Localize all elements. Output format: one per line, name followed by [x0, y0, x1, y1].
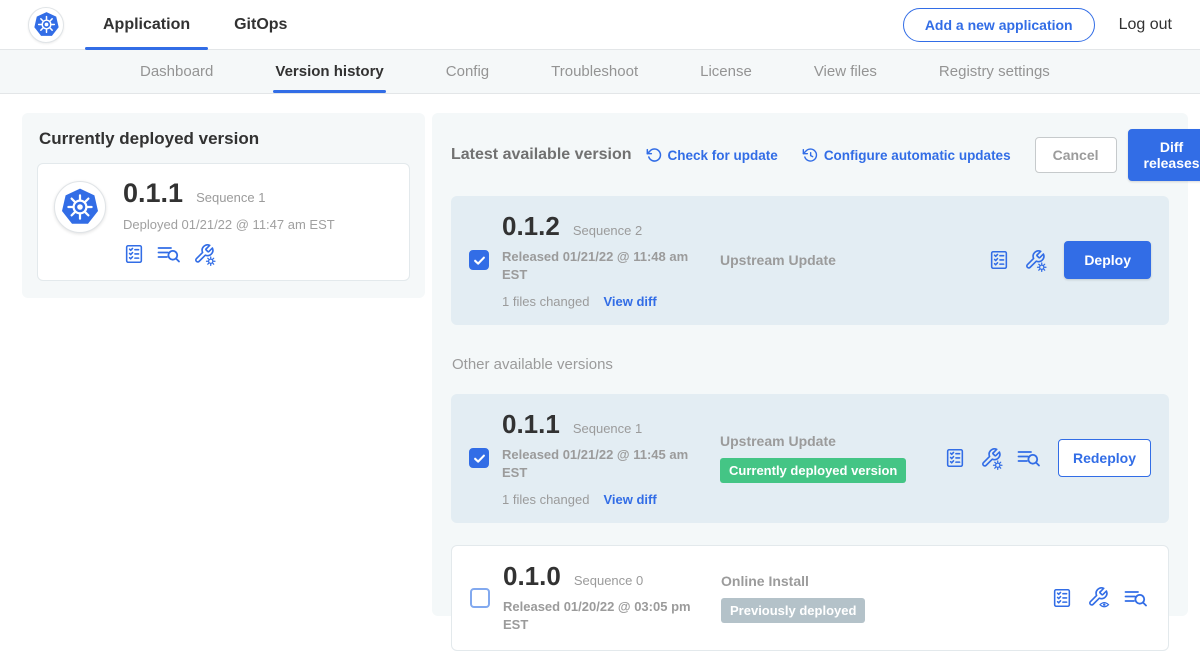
subnav-item-troubleshoot[interactable]: Troubleshoot — [551, 50, 638, 93]
subnav-item-config[interactable]: Config — [446, 50, 489, 93]
other-versions-title: Other available versions — [452, 356, 1169, 373]
release-notes-icon[interactable] — [944, 447, 966, 469]
deployed-timestamp: Deployed 01/21/22 @ 11:47 am EST — [123, 217, 335, 232]
top-navbar: Application GitOps Add a new application… — [0, 0, 1200, 50]
logout-button[interactable]: Log out — [1119, 16, 1172, 34]
version-row-0-1-2: 0.1.2 Sequence 2 Released 01/21/22 @ 11:… — [451, 196, 1169, 325]
app-subnav: Dashboard Version history Config Trouble… — [0, 50, 1200, 94]
version-checkbox[interactable] — [469, 250, 489, 270]
deployed-sequence-label: Sequence 1 — [196, 190, 265, 205]
available-panel-header: Latest available version Check for updat… — [451, 129, 1169, 181]
subnav-item-dashboard[interactable]: Dashboard — [140, 50, 213, 93]
config-icon[interactable] — [980, 447, 1003, 470]
version-row-0-1-1: 0.1.1 Sequence 1 Released 01/21/22 @ 11:… — [451, 394, 1169, 523]
sequence-label: Sequence 1 — [573, 421, 642, 436]
deploy-logs-icon[interactable] — [1017, 447, 1041, 469]
released-timestamp: Released 01/21/22 @ 11:45 am EST — [502, 446, 694, 482]
currently-deployed-panel: Currently deployed version 0.1.1 Sequenc… — [22, 113, 425, 298]
subnav-item-version-history[interactable]: Version history — [275, 50, 383, 93]
version-checkbox[interactable] — [469, 448, 489, 468]
deployed-panel-title: Currently deployed version — [39, 129, 410, 149]
check-for-update-link[interactable]: Check for update — [646, 147, 778, 163]
tab-application[interactable]: Application — [92, 0, 201, 50]
deployed-version-number: 0.1.1 — [123, 179, 183, 209]
version-row-0-1-0: 0.1.0 Sequence 0 Released 01/20/22 @ 03:… — [451, 545, 1169, 651]
previously-deployed-badge: Previously deployed — [721, 598, 865, 623]
schedule-update-icon — [802, 147, 818, 163]
version-number: 0.1.0 — [503, 562, 561, 591]
configure-automatic-updates-link[interactable]: Configure automatic updates — [802, 147, 1011, 163]
version-number: 0.1.2 — [502, 212, 560, 241]
version-checkbox[interactable] — [470, 588, 490, 608]
diff-releases-button[interactable]: Diff releases — [1128, 129, 1200, 181]
deploy-button[interactable]: Deploy — [1064, 241, 1151, 279]
cancel-button[interactable]: Cancel — [1035, 137, 1117, 173]
config-view-icon[interactable] — [1087, 586, 1110, 609]
sequence-label: Sequence 2 — [573, 223, 642, 238]
deploy-logs-icon[interactable] — [157, 243, 181, 265]
version-number: 0.1.1 — [502, 410, 560, 439]
available-panel-title: Latest available version — [451, 146, 632, 164]
release-notes-icon[interactable] — [988, 249, 1010, 271]
config-icon[interactable] — [193, 243, 216, 266]
files-changed-label: 1 files changed — [502, 294, 589, 309]
available-versions-panel: Latest available version Check for updat… — [432, 113, 1188, 616]
currently-deployed-badge: Currently deployed version — [720, 458, 906, 483]
files-changed-label: 1 files changed — [502, 492, 589, 507]
check-for-update-label: Check for update — [668, 148, 778, 163]
subnav-item-view-files[interactable]: View files — [814, 50, 877, 93]
checkmark-icon — [472, 451, 487, 466]
redeploy-button[interactable]: Redeploy — [1058, 439, 1151, 477]
sequence-label: Sequence 0 — [574, 573, 643, 588]
configure-automatic-updates-label: Configure automatic updates — [824, 148, 1011, 163]
version-source-label: Upstream Update — [720, 252, 836, 268]
subnav-item-registry-settings[interactable]: Registry settings — [939, 50, 1050, 93]
main-content: Currently deployed version 0.1.1 Sequenc… — [0, 94, 1200, 633]
kubernetes-logo — [28, 7, 64, 43]
deploy-logs-icon[interactable] — [1124, 587, 1148, 609]
tab-gitops[interactable]: GitOps — [223, 0, 298, 50]
released-timestamp: Released 01/20/22 @ 03:05 pm EST — [503, 598, 695, 634]
released-timestamp: Released 01/21/22 @ 11:48 am EST — [502, 248, 694, 284]
version-source-label: Online Install — [721, 573, 809, 589]
release-notes-icon[interactable] — [1051, 587, 1073, 609]
add-new-application-button[interactable]: Add a new application — [903, 8, 1095, 42]
view-diff-link[interactable]: View diff — [603, 492, 656, 507]
checkmark-icon — [472, 253, 487, 268]
deployed-version-card: 0.1.1 Sequence 1 Deployed 01/21/22 @ 11:… — [37, 163, 410, 281]
config-icon[interactable] — [1024, 249, 1047, 272]
app-icon — [54, 181, 106, 233]
refresh-icon — [646, 147, 662, 163]
release-notes-icon[interactable] — [123, 243, 145, 265]
subnav-item-license[interactable]: License — [700, 50, 752, 93]
view-diff-link[interactable]: View diff — [603, 294, 656, 309]
version-source-label: Upstream Update — [720, 433, 836, 449]
